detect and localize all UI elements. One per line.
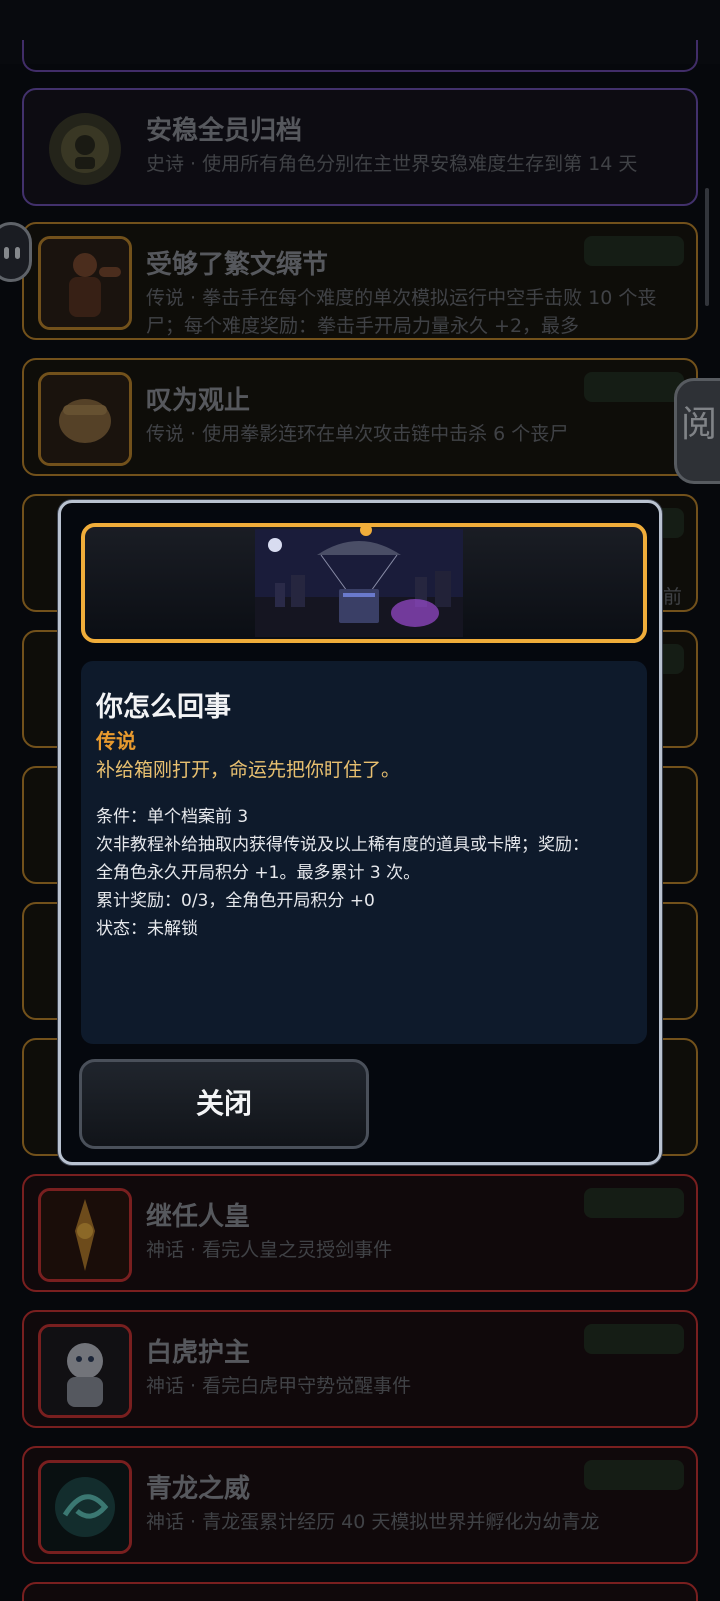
flavor-text: 补给箱刚打开，命运先把你盯住了。 <box>96 759 401 781</box>
rarity-label: 传说 <box>96 729 136 753</box>
detail-line: 状态：未解锁 <box>96 919 198 939</box>
detail-line: 条件：单个档案前 3 <box>96 807 249 827</box>
achievement-artwork <box>81 523 647 643</box>
achievement-details: 条件：单个档案前 3 次非教程补给抽取内获得传说及以上稀有度的道具或卡牌；奖励：… <box>96 803 636 943</box>
detail-line: 累计奖励：0/3，全角色开局积分 +0 <box>96 891 375 911</box>
detail-line: 全角色永久开局积分 +1。最多累计 3 次。 <box>96 863 421 883</box>
achievement-detail-panel: 你怎么回事 传说 补给箱刚打开，命运先把你盯住了。 条件：单个档案前 3 次非教… <box>81 661 647 1044</box>
detail-line: 次非教程补给抽取内获得传说及以上稀有度的道具或卡牌；奖励： <box>96 835 589 855</box>
hero-accent-dot <box>360 527 372 536</box>
supply-drop-artwork-icon <box>255 529 463 637</box>
dialog-title: 你怎么回事 <box>96 692 231 723</box>
achievement-detail-dialog: 你怎么回事 传说 补给箱刚打开，命运先把你盯住了。 条件：单个档案前 3 次非教… <box>58 500 662 1165</box>
close-button[interactable]: 关闭 <box>79 1059 369 1149</box>
